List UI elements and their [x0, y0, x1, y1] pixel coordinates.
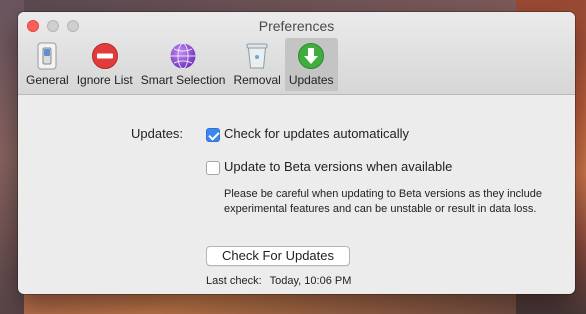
tab-general-label: General	[26, 73, 69, 87]
trash-icon	[243, 42, 271, 70]
download-arrow-icon	[297, 42, 325, 70]
globe-icon	[169, 42, 197, 70]
last-check-label: Last check:	[206, 275, 262, 287]
tab-updates-label: Updates	[288, 73, 334, 87]
beta-checkbox[interactable]	[206, 161, 220, 175]
tab-removal-label: Removal	[233, 73, 281, 87]
auto-check-label[interactable]: Check for updates automatically	[224, 126, 409, 141]
check-for-updates-button[interactable]: Check For Updates	[206, 246, 350, 266]
last-check-value: Today, 10:06 PM	[269, 275, 352, 287]
updates-section-label: Updates:	[131, 126, 184, 141]
last-check-status: Last check: Today, 10:06 PM	[206, 275, 351, 287]
auto-check-checkbox[interactable]	[206, 128, 220, 142]
preferences-toolbar: General Ignore List Smart Selection Remo…	[22, 38, 338, 93]
updates-pane: Updates: Check for updates automatically…	[18, 95, 575, 294]
beta-label[interactable]: Update to Beta versions when available	[224, 159, 452, 174]
tab-ignore-list-label: Ignore List	[76, 73, 133, 87]
tab-general[interactable]: General	[22, 38, 73, 91]
tab-updates[interactable]: Updates	[284, 38, 338, 91]
preferences-window: Preferences General Ignore List Smart Se…	[18, 12, 575, 294]
tab-ignore-list[interactable]: Ignore List	[73, 38, 137, 91]
tab-smart-selection[interactable]: Smart Selection	[137, 38, 230, 91]
window-title: Preferences	[258, 18, 335, 34]
beta-warning-note: Please be careful when updating to Beta …	[224, 188, 542, 215]
title-bar: Preferences General Ignore List Smart Se…	[18, 12, 575, 95]
tab-smart-selection-label: Smart Selection	[140, 73, 226, 87]
switch-icon	[33, 42, 61, 70]
tab-removal[interactable]: Removal	[229, 38, 284, 91]
no-entry-icon	[91, 42, 119, 70]
